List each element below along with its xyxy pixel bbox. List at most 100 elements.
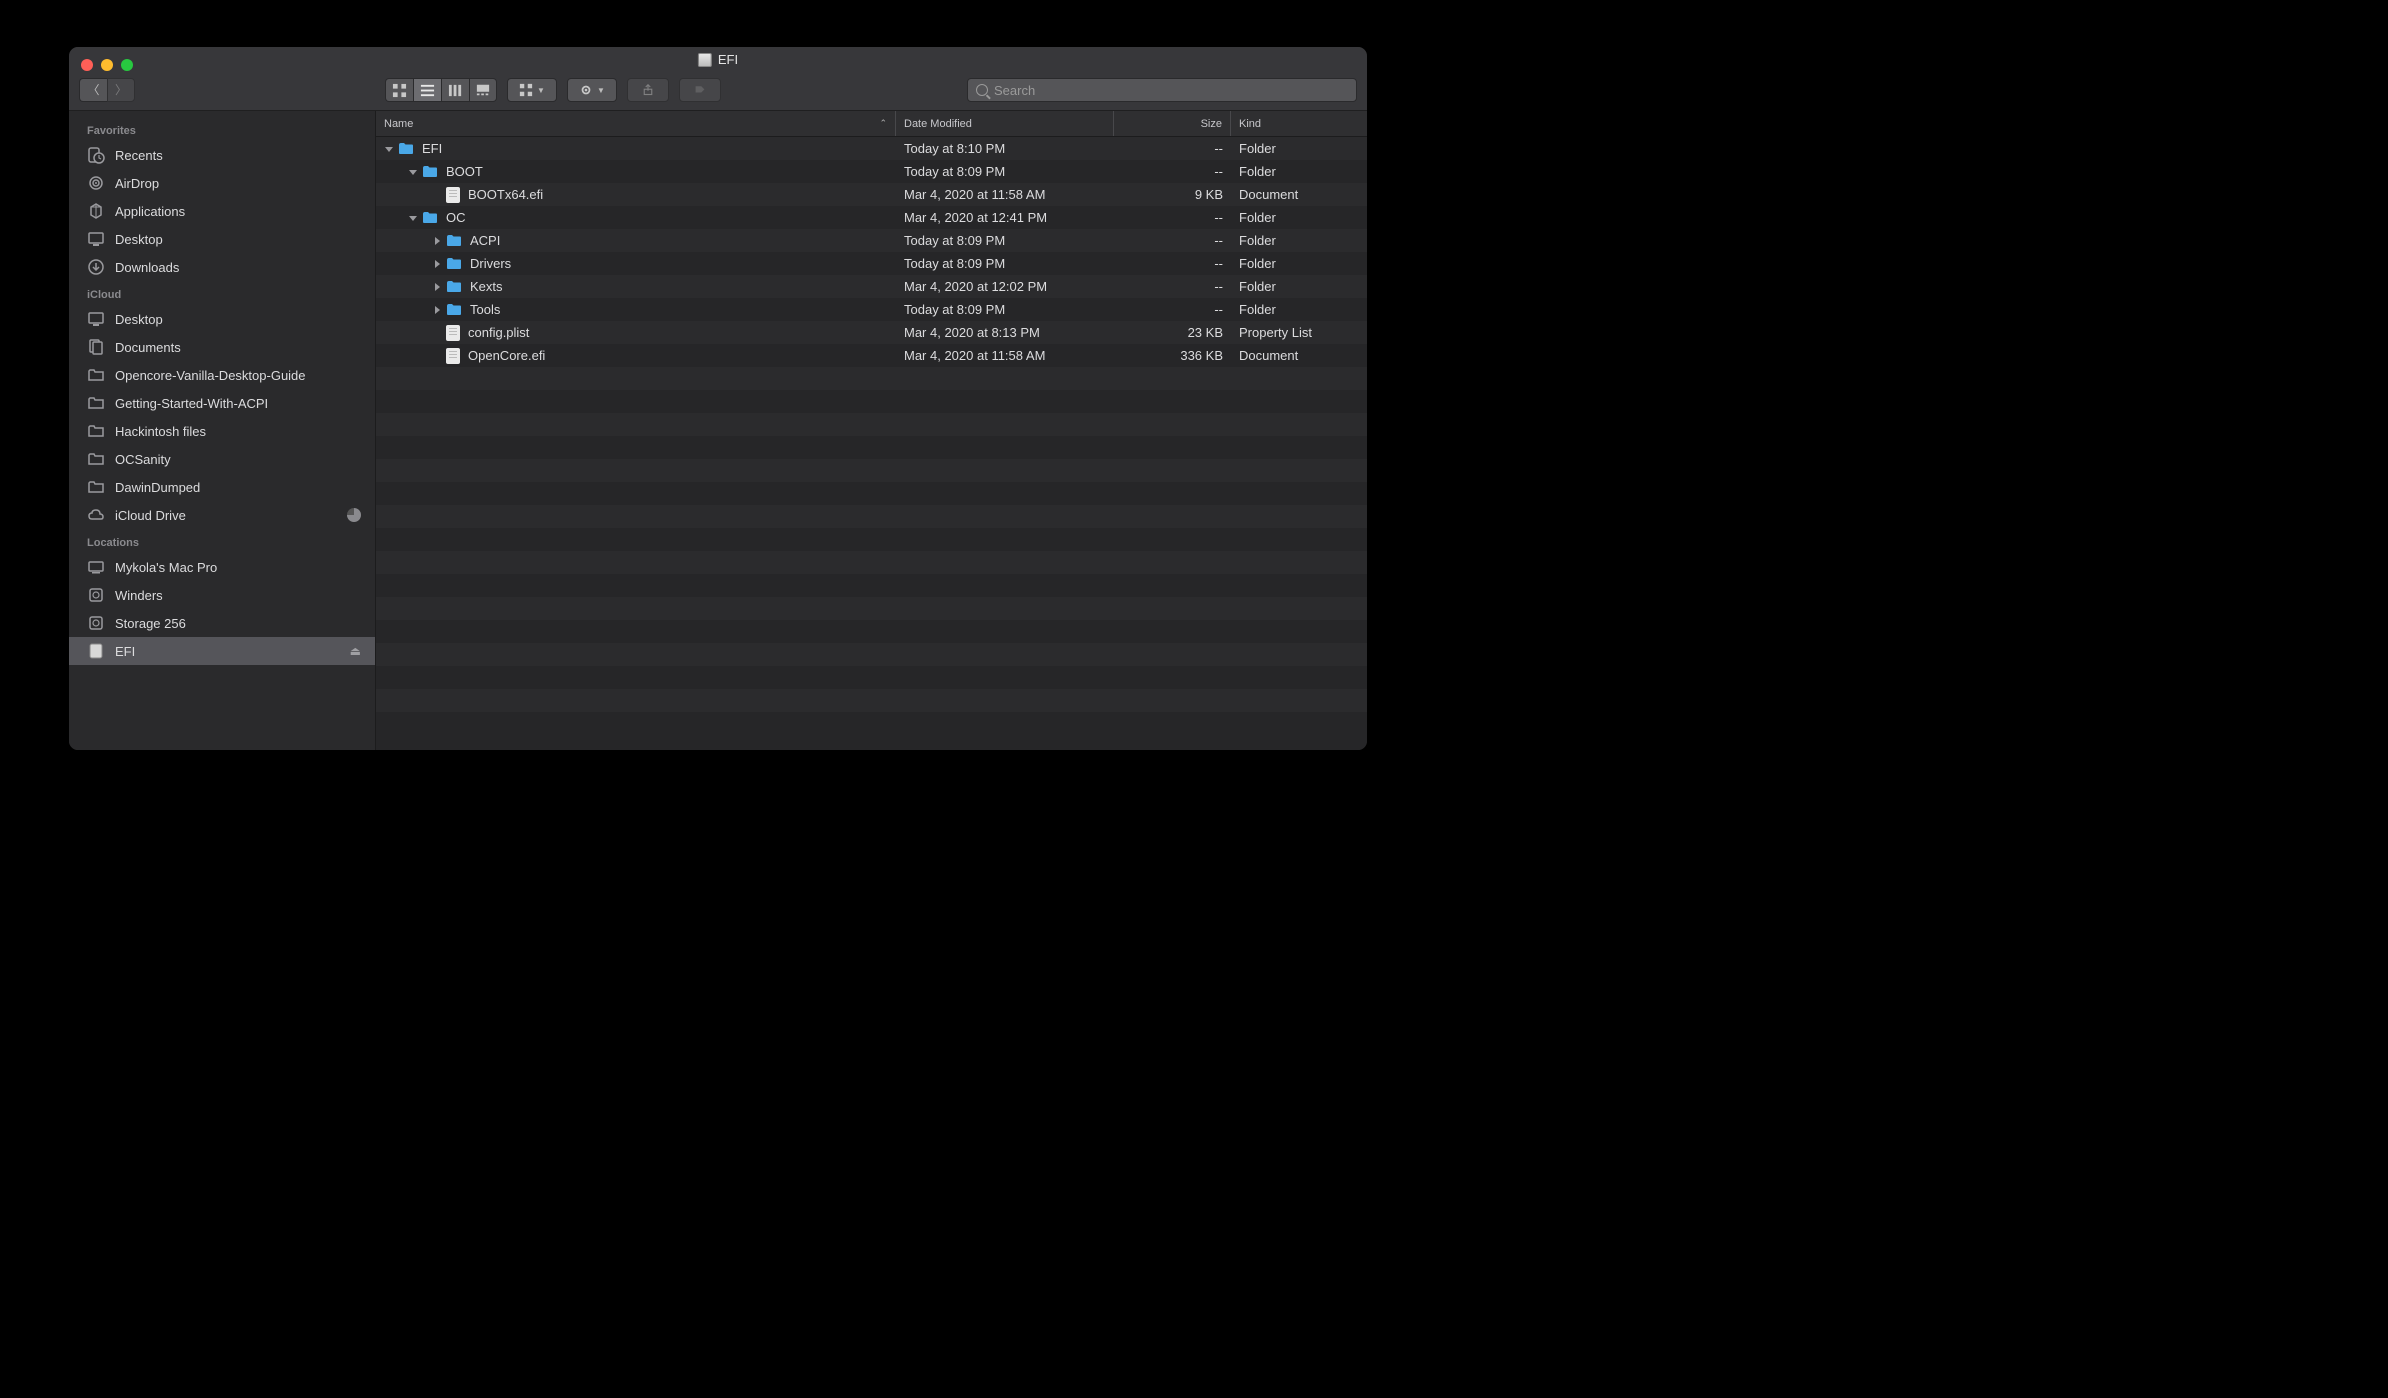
file-icon <box>446 187 460 203</box>
close-button[interactable] <box>81 59 93 71</box>
disclosure-triangle[interactable] <box>432 305 442 315</box>
share-button[interactable] <box>627 78 669 102</box>
file-row[interactable]: OCMar 4, 2020 at 12:41 PM--Folder <box>376 206 1367 229</box>
file-row[interactable]: ACPIToday at 8:09 PM--Folder <box>376 229 1367 252</box>
sidebar-item[interactable]: Storage 256 <box>69 609 375 637</box>
column-headers: Name ⌃ Date Modified Size Kind <box>376 111 1367 137</box>
empty-row <box>376 643 1367 666</box>
file-kind: Property List <box>1231 325 1367 340</box>
sidebar-item-label: Mykola's Mac Pro <box>115 560 217 575</box>
zoom-button[interactable] <box>121 59 133 71</box>
file-row[interactable]: BOOTx64.efiMar 4, 2020 at 11:58 AM9 KBDo… <box>376 183 1367 206</box>
folder-icon <box>446 280 462 293</box>
sidebar-item-label: DawinDumped <box>115 480 200 495</box>
sidebar-item[interactable]: Applications <box>69 197 375 225</box>
sidebar-item[interactable]: Mykola's Mac Pro <box>69 553 375 581</box>
column-header-size[interactable]: Size <box>1114 111 1231 136</box>
empty-row <box>376 712 1367 735</box>
sidebar-item[interactable]: Opencore-Vanilla-Desktop-Guide <box>69 361 375 389</box>
file-row[interactable]: OpenCore.efiMar 4, 2020 at 11:58 AM336 K… <box>376 344 1367 367</box>
sidebar-section-header: Locations <box>69 529 375 553</box>
file-size: -- <box>1114 141 1231 156</box>
sidebar-item-label: Desktop <box>115 232 163 247</box>
disclosure-triangle[interactable] <box>384 144 394 154</box>
folder-icon <box>422 165 438 178</box>
sidebar-item-label: OCSanity <box>115 452 171 467</box>
file-row[interactable]: BOOTToday at 8:09 PM--Folder <box>376 160 1367 183</box>
sidebar-item[interactable]: iCloud Drive <box>69 501 375 529</box>
group-button[interactable]: ▼ <box>507 78 557 102</box>
file-name: BOOT <box>446 164 483 179</box>
search-input[interactable] <box>994 83 1348 98</box>
chevron-down-icon: ▼ <box>597 86 605 95</box>
column-view-button[interactable] <box>441 78 469 102</box>
folder-icon <box>87 394 105 412</box>
file-size: -- <box>1114 256 1231 271</box>
disclosure-triangle[interactable] <box>408 213 418 223</box>
minimize-button[interactable] <box>101 59 113 71</box>
sidebar-item[interactable]: EFI⏏ <box>69 637 375 665</box>
sidebar-item[interactable]: AirDrop <box>69 169 375 197</box>
file-list: Name ⌃ Date Modified Size Kind EFIToday … <box>376 111 1367 750</box>
file-icon <box>446 325 460 341</box>
back-button[interactable]: 〈 <box>79 78 107 102</box>
desktop-icon <box>87 310 105 328</box>
file-row[interactable]: DriversToday at 8:09 PM--Folder <box>376 252 1367 275</box>
file-row[interactable]: KextsMar 4, 2020 at 12:02 PM--Folder <box>376 275 1367 298</box>
gallery-view-button[interactable] <box>469 78 497 102</box>
sidebar-item[interactable]: Desktop <box>69 225 375 253</box>
search-field[interactable] <box>967 78 1357 102</box>
sidebar-item[interactable]: Desktop <box>69 305 375 333</box>
sidebar-item[interactable]: Winders <box>69 581 375 609</box>
sidebar-item[interactable]: Recents <box>69 141 375 169</box>
file-rows: EFIToday at 8:10 PM--FolderBOOTToday at … <box>376 137 1367 750</box>
disclosure-triangle[interactable] <box>432 282 442 292</box>
file-kind: Document <box>1231 348 1367 363</box>
file-size: 336 KB <box>1114 348 1231 363</box>
empty-row <box>376 528 1367 551</box>
empty-row <box>376 505 1367 528</box>
list-view-button[interactable] <box>413 78 441 102</box>
sidebar-item[interactable]: Hackintosh files <box>69 417 375 445</box>
sidebar-item-label: Hackintosh files <box>115 424 206 439</box>
column-header-name[interactable]: Name ⌃ <box>376 111 896 136</box>
sort-ascending-icon: ⌃ <box>879 118 887 129</box>
sidebar-item[interactable]: Getting-Started-With-ACPI <box>69 389 375 417</box>
progress-pie-icon <box>347 508 361 522</box>
grid-icon <box>392 83 407 98</box>
file-date: Mar 4, 2020 at 11:58 AM <box>896 348 1114 363</box>
column-header-kind[interactable]: Kind <box>1231 111 1367 136</box>
icon-view-button[interactable] <box>385 78 413 102</box>
sidebar-item[interactable]: Downloads <box>69 253 375 281</box>
column-header-date[interactable]: Date Modified <box>896 111 1114 136</box>
download-icon <box>87 258 105 276</box>
file-date: Mar 4, 2020 at 11:58 AM <box>896 187 1114 202</box>
sidebar-item[interactable]: Documents <box>69 333 375 361</box>
file-date: Today at 8:09 PM <box>896 302 1114 317</box>
eject-icon[interactable]: ⏏ <box>350 644 361 658</box>
apps-icon <box>87 202 105 220</box>
file-date: Mar 4, 2020 at 12:41 PM <box>896 210 1114 225</box>
file-row[interactable]: ToolsToday at 8:09 PM--Folder <box>376 298 1367 321</box>
empty-row <box>376 459 1367 482</box>
clock-doc-icon <box>87 146 105 164</box>
action-button[interactable]: ▼ <box>567 78 617 102</box>
file-row[interactable]: config.plistMar 4, 2020 at 8:13 PM23 KBP… <box>376 321 1367 344</box>
tags-button[interactable] <box>679 78 721 102</box>
sidebar-item-label: Applications <box>115 204 185 219</box>
file-icon <box>446 348 460 364</box>
disclosure-triangle[interactable] <box>432 259 442 269</box>
forward-button[interactable]: 〉 <box>107 78 135 102</box>
file-name: Tools <box>470 302 500 317</box>
empty-row <box>376 367 1367 390</box>
disk-icon <box>87 642 105 660</box>
sidebar-item[interactable]: OCSanity <box>69 445 375 473</box>
disclosure-triangle[interactable] <box>432 236 442 246</box>
disclosure-triangle[interactable] <box>408 167 418 177</box>
gear-icon <box>579 83 593 97</box>
sidebar-item[interactable]: DawinDumped <box>69 473 375 501</box>
finder-window: EFI 〈 〉 <box>68 46 1368 751</box>
window-title: EFI <box>698 52 738 67</box>
file-row[interactable]: EFIToday at 8:10 PM--Folder <box>376 137 1367 160</box>
documents-icon <box>87 338 105 356</box>
